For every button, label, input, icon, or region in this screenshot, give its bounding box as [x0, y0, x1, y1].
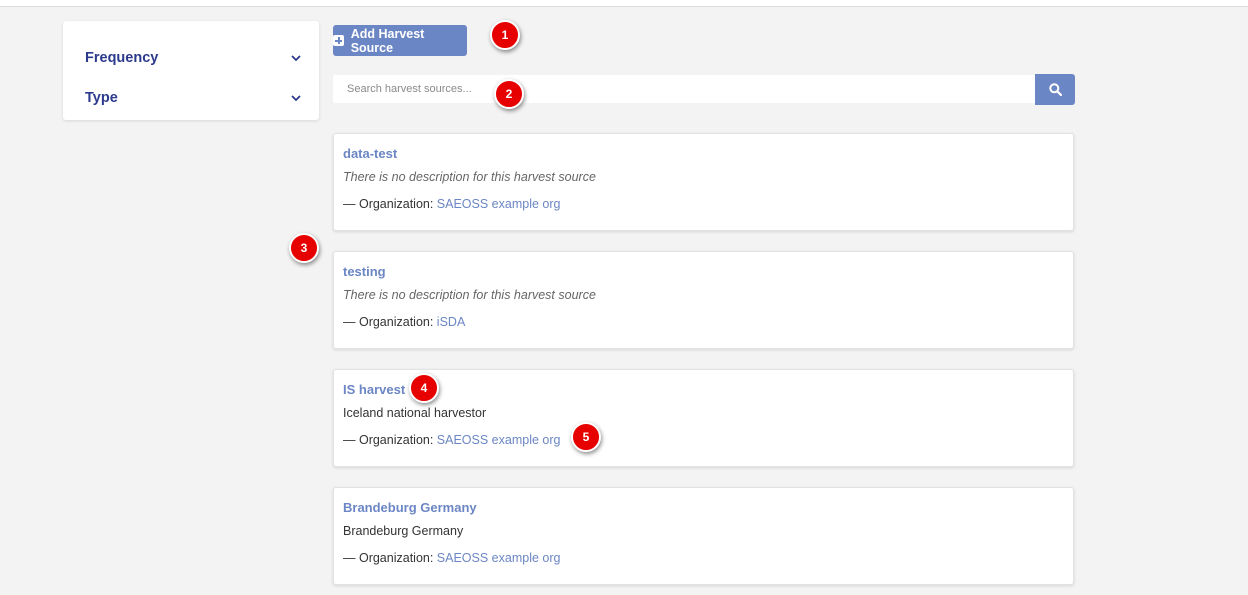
filter-frequency-label: Frequency	[85, 50, 159, 66]
harvest-source-organization: — Organization: SAEOSS example org	[343, 197, 560, 211]
organization-prefix: — Organization:	[343, 551, 437, 565]
harvest-source-card: testing There is no description for this…	[333, 251, 1074, 349]
annotation-badge: 5	[571, 422, 601, 452]
annotation-badge: 1	[490, 20, 520, 50]
organization-link[interactable]: SAEOSS example org	[437, 197, 561, 211]
harvest-source-title-link[interactable]: data-test	[343, 146, 397, 161]
harvest-source-card: IS harvest Iceland national harvestor — …	[333, 369, 1074, 467]
annotation-badge: 2	[494, 79, 524, 109]
harvest-source-title-link[interactable]: Brandeburg Germany	[343, 500, 477, 515]
search-bar	[333, 74, 1075, 105]
search-icon	[1048, 83, 1062, 96]
harvest-source-description: Brandeburg Germany	[343, 524, 464, 538]
filter-type[interactable]: Type	[85, 86, 301, 110]
harvest-source-organization: — Organization: SAEOSS example org	[343, 433, 560, 447]
filter-frequency[interactable]: Frequency	[85, 46, 301, 70]
organization-link[interactable]: SAEOSS example org	[437, 433, 561, 447]
filter-panel: Frequency Type	[63, 21, 319, 120]
chevron-down-icon	[291, 93, 301, 103]
organization-link[interactable]: iSDA	[437, 315, 465, 329]
harvest-source-card: data-test There is no description for th…	[333, 133, 1074, 231]
search-button[interactable]	[1035, 74, 1075, 105]
add-harvest-source-label: Add Harvest Source	[350, 26, 425, 55]
filter-type-label: Type	[85, 90, 118, 106]
annotation-badge: 3	[289, 233, 319, 263]
organization-prefix: — Organization:	[343, 197, 437, 211]
annotation-badge: 4	[409, 373, 439, 403]
harvest-source-card: Brandeburg Germany Brandeburg Germany — …	[333, 487, 1074, 585]
harvest-source-organization: — Organization: SAEOSS example org	[343, 551, 560, 565]
organization-link[interactable]: SAEOSS example org	[437, 551, 561, 565]
harvest-source-title-link[interactable]: IS harvest	[343, 382, 405, 397]
harvest-source-description: There is no description for this harvest…	[343, 288, 596, 302]
organization-prefix: — Organization:	[343, 433, 437, 447]
top-border	[0, 0, 1248, 7]
harvest-source-title-link[interactable]: testing	[343, 264, 386, 279]
organization-prefix: — Organization:	[343, 315, 437, 329]
harvest-source-description: Iceland national harvestor	[343, 406, 487, 420]
search-input[interactable]	[333, 75, 1035, 103]
harvest-source-description: There is no description for this harvest…	[343, 170, 596, 184]
add-harvest-source-button[interactable]: Add Harvest Source	[333, 25, 467, 56]
harvest-source-organization: — Organization: iSDA	[343, 315, 465, 329]
chevron-down-icon	[291, 53, 301, 63]
plus-square-icon	[333, 35, 344, 46]
